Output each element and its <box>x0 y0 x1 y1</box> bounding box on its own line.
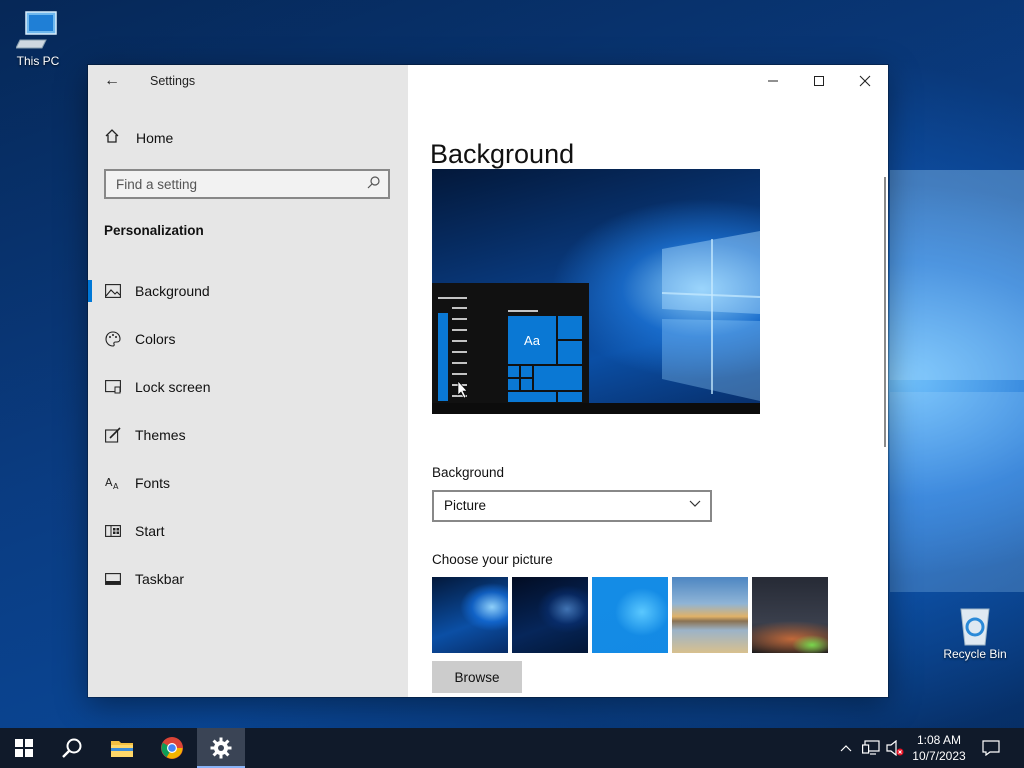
personalization-nav: Background Colors Lock screen Themes A A… <box>88 267 408 603</box>
network-icon <box>862 740 880 755</box>
nav-item-background[interactable]: Background <box>88 267 408 315</box>
chevron-up-icon <box>840 745 852 752</box>
windows-taskbar: 1:08 AM 10/7/2023 <box>0 728 1024 768</box>
nav-item-label: Fonts <box>135 475 171 491</box>
find-setting-search <box>104 169 390 199</box>
nav-item-themes[interactable]: Themes <box>88 411 408 459</box>
preview-tile <box>508 379 519 390</box>
windows-logo-icon <box>15 739 33 757</box>
search-icon[interactable] <box>367 176 380 192</box>
nav-item-label: Taskbar <box>135 571 185 587</box>
folder-icon <box>111 741 133 757</box>
preview-tile <box>521 379 532 390</box>
wallpaper-window-light <box>890 170 1024 380</box>
nav-item-colors[interactable]: Colors <box>88 315 408 363</box>
background-label: Background <box>432 465 505 480</box>
preview-tile <box>558 392 582 402</box>
preview-tile-large: Aa <box>508 316 556 364</box>
picture-thumbnail[interactable] <box>432 577 508 653</box>
settings-sidebar: ← Settings Home Personalization Backgrou… <box>88 65 408 697</box>
dropdown-value: Picture <box>444 498 487 513</box>
computer-icon <box>15 10 60 50</box>
preview-tile <box>558 341 582 364</box>
palette-icon <box>104 330 122 348</box>
nav-item-label: Colors <box>135 331 176 347</box>
show-hidden-icons-button[interactable] <box>836 728 856 768</box>
settings-content: Background Aa Background Picture Choose … <box>408 65 888 697</box>
picture-thumbnail[interactable] <box>512 577 588 653</box>
home-label: Home <box>136 130 174 146</box>
settings-window: ← Settings Home Personalization Backgrou… <box>88 65 888 697</box>
preview-tile <box>508 392 556 402</box>
desktop-icon-label: This PC <box>16 54 60 68</box>
maximize-button[interactable] <box>796 65 842 97</box>
lock-screen-icon <box>104 378 122 396</box>
start-icon <box>104 522 122 540</box>
nav-item-taskbar[interactable]: Taskbar <box>88 555 408 603</box>
chevron-down-icon <box>688 496 702 513</box>
minimize-button[interactable] <box>750 65 796 97</box>
preview-taskbar <box>432 403 760 414</box>
picture-thumbnail[interactable] <box>672 577 748 653</box>
choose-picture-label: Choose your picture <box>432 552 553 567</box>
nav-item-label: Background <box>135 283 210 299</box>
background-preview: Aa <box>432 169 760 414</box>
picture-thumbnail[interactable] <box>592 577 668 653</box>
nav-item-label: Lock screen <box>135 379 211 395</box>
recycle-bin-icon <box>953 603 997 646</box>
picture-thumbnails <box>432 577 832 653</box>
nav-item-fonts[interactable]: AA Fonts <box>88 459 408 507</box>
back-arrow-icon[interactable]: ← <box>102 71 122 91</box>
chrome-button[interactable] <box>148 728 196 768</box>
preview-start-menu: Aa <box>432 283 589 414</box>
section-heading: Personalization <box>104 223 204 238</box>
notification-icon <box>982 740 1000 756</box>
content-scrollbar[interactable] <box>884 177 886 447</box>
chrome-icon <box>161 737 183 759</box>
file-explorer-button[interactable] <box>98 728 146 768</box>
desktop-icon-recycle-bin[interactable]: Recycle Bin <box>939 603 1011 661</box>
browse-button[interactable]: Browse <box>432 661 522 693</box>
picture-icon <box>104 282 122 300</box>
background-type-dropdown[interactable]: Picture <box>432 490 712 522</box>
preview-tile <box>508 366 519 377</box>
page-title: Background <box>430 139 575 170</box>
brush-icon <box>104 426 122 444</box>
search-taskbar-button[interactable] <box>48 728 96 768</box>
close-button[interactable] <box>842 65 888 97</box>
nav-item-label: Themes <box>135 427 186 443</box>
wallpaper-window-light <box>890 392 1024 592</box>
search-input[interactable] <box>106 171 356 197</box>
app-title: Settings <box>150 74 196 88</box>
preview-tile <box>558 316 582 339</box>
minimize-icon <box>768 80 778 82</box>
search-icon <box>62 738 82 758</box>
nav-item-start[interactable]: Start <box>88 507 408 555</box>
fonts-icon: AA <box>104 474 122 492</box>
taskbar-clock[interactable]: 1:08 AM 10/7/2023 <box>898 732 980 764</box>
close-icon <box>859 75 871 87</box>
home-icon <box>104 128 122 148</box>
clock-time: 1:08 AM <box>916 733 962 747</box>
preview-tile <box>521 366 532 377</box>
nav-item-lock-screen[interactable]: Lock screen <box>88 363 408 411</box>
maximize-icon <box>814 76 824 86</box>
taskbar-icon <box>104 570 122 588</box>
desktop-icon-label: Recycle Bin <box>943 647 1007 661</box>
preview-tile <box>534 366 582 390</box>
settings-taskbar-button[interactable] <box>197 728 245 768</box>
nav-item-label: Start <box>135 523 165 539</box>
svg-text:A: A <box>113 482 119 490</box>
clock-date: 10/7/2023 <box>912 749 966 763</box>
home-nav-item[interactable]: Home <box>104 127 173 149</box>
svg-text:A: A <box>105 476 113 489</box>
network-tray-button[interactable] <box>860 728 882 768</box>
gear-icon <box>210 737 232 759</box>
picture-thumbnail[interactable] <box>752 577 828 653</box>
start-button[interactable] <box>0 728 48 768</box>
desktop-icon-this-pc[interactable]: This PC <box>2 10 74 68</box>
action-center-button[interactable] <box>978 728 1004 768</box>
